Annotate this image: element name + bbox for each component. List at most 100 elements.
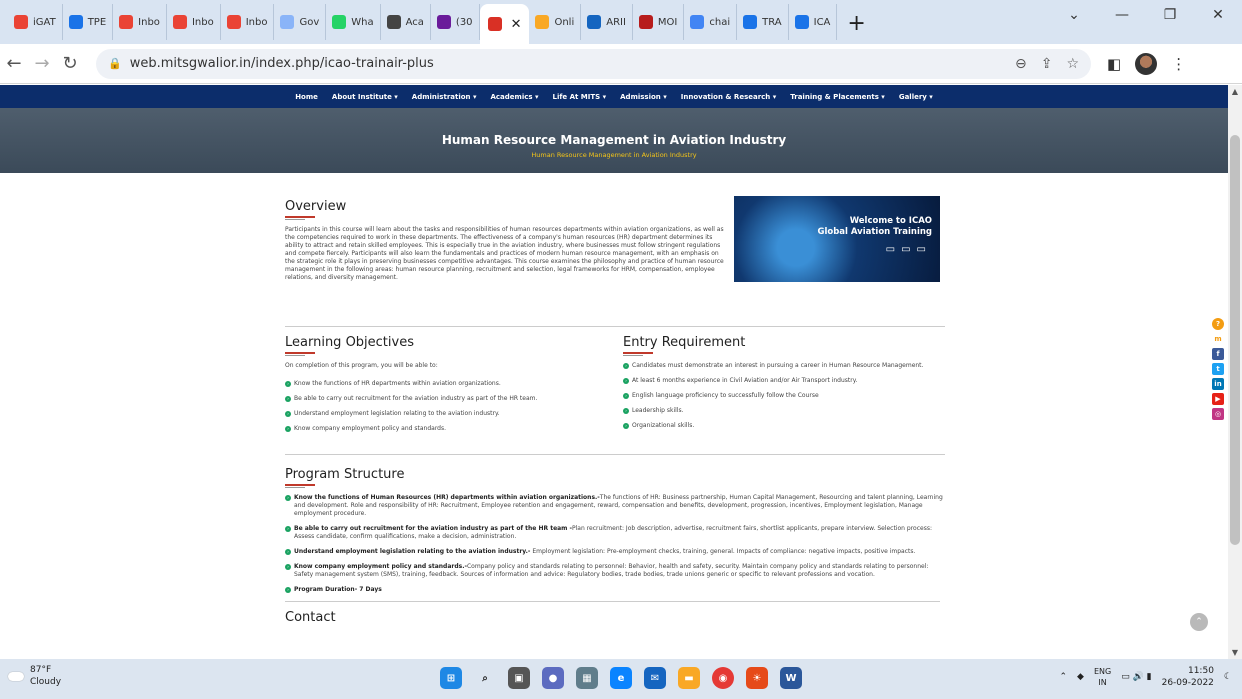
objectives-section: Learning Objectives On completion of thi… — [285, 335, 603, 454]
bullet-icon: › — [623, 408, 629, 414]
site-icon — [587, 15, 602, 29]
browser-tab-active[interactable]: ✕ — [479, 4, 530, 44]
restore-button[interactable]: ❐ — [1146, 7, 1194, 23]
browser-tab[interactable]: ICA — [789, 4, 838, 40]
scroll-down-arrow-icon[interactable]: ▼ — [1228, 648, 1242, 657]
browser-tab[interactable]: chai — [684, 4, 738, 40]
tab-label: iGAT — [33, 16, 56, 28]
site-nav-item[interactable]: Innovation & Research ▾ — [681, 93, 777, 101]
heading-underline — [623, 352, 653, 356]
bullet-icon: › — [285, 587, 291, 593]
lock-icon[interactable]: 🔒 — [108, 57, 122, 70]
share-icon[interactable]: ⇪ — [1041, 56, 1053, 72]
browser-tab[interactable]: Gov — [274, 4, 327, 40]
close-tab-icon[interactable]: ✕ — [511, 17, 522, 32]
weather-widget[interactable]: 87°F Cloudy — [8, 664, 61, 688]
site-nav-item[interactable]: Life At MITS ▾ — [553, 93, 607, 101]
browser-tab[interactable]: Inbo — [221, 4, 275, 40]
new-tab-button[interactable]: + — [837, 11, 875, 36]
site-nav-item[interactable]: Admission ▾ — [620, 93, 667, 101]
m-logo-icon[interactable]: m — [1212, 333, 1224, 345]
list-item: › At least 6 months experience in Civil A… — [623, 377, 943, 385]
browser-tab[interactable]: ARII — [581, 4, 633, 40]
menu-kebab-icon[interactable]: ⋮ — [1171, 55, 1186, 73]
file-explorer-icon[interactable]: ▬ — [678, 667, 700, 689]
site-nav-item[interactable]: Academics ▾ — [490, 93, 538, 101]
list-item: › Be able to carry out recruitment for th… — [285, 525, 945, 541]
address-bar[interactable]: 🔒 web.mitsgwalior.in/index.php/icao-trai… — [96, 48, 1091, 79]
browser-tab[interactable]: TRA — [737, 4, 789, 40]
gmail-icon — [119, 15, 134, 29]
mail-app-icon[interactable]: ✉ — [644, 667, 666, 689]
tab-search-icon[interactable]: ⌄ — [1050, 7, 1098, 23]
browser-tab[interactable]: Inbo — [113, 4, 167, 40]
list-item: › Know company employment policy and stan… — [285, 425, 603, 433]
side-panel-icon[interactable]: ◧ — [1107, 55, 1121, 73]
bookmark-star-icon[interactable]: ☆ — [1066, 56, 1079, 72]
site-nav-item[interactable]: About Institute ▾ — [332, 93, 398, 101]
close-window-button[interactable]: ✕ — [1194, 7, 1242, 23]
firefox-icon[interactable]: ☀ — [746, 667, 768, 689]
site-icon — [535, 15, 550, 29]
program-heading: Program Structure — [285, 467, 405, 482]
facebook-icon[interactable]: f — [1212, 348, 1224, 360]
browser-tab[interactable]: MOI — [633, 4, 685, 40]
chat-icon[interactable]: ● — [542, 667, 564, 689]
list-item: › English language proficiency to success… — [623, 392, 943, 400]
youtube-icon[interactable]: ▶ — [1212, 393, 1224, 405]
site-icon — [68, 15, 83, 29]
help-icon[interactable]: ? — [1212, 318, 1224, 330]
notification-icon[interactable]: ☾ — [1224, 672, 1232, 682]
bullet-icon: › — [285, 495, 291, 501]
language-indicator[interactable]: ENG IN — [1094, 666, 1111, 688]
bullet-icon: › — [623, 378, 629, 384]
site-nav-item[interactable]: Gallery ▾ — [899, 93, 933, 101]
twitter-icon[interactable]: t — [1212, 363, 1224, 375]
tab-label: Onli — [554, 16, 575, 28]
browser-tab[interactable]: iGAT — [8, 4, 63, 40]
linkedin-icon[interactable]: in — [1212, 378, 1224, 390]
back-to-top-button[interactable]: ⌃ — [1190, 613, 1208, 631]
browser-tab[interactable]: (30 — [431, 4, 480, 40]
tab-label: TPE — [87, 16, 107, 28]
scroll-up-arrow-icon[interactable]: ▲ — [1228, 87, 1242, 96]
browser-tab[interactable]: Inbo — [167, 4, 221, 40]
windows-start-icon[interactable]: ⊞ — [440, 667, 462, 689]
instagram-icon[interactable]: ◎ — [1212, 408, 1224, 420]
breadcrumb[interactable]: Human Resource Management in Aviation In… — [0, 151, 1228, 159]
heading-underline — [285, 484, 315, 488]
network-volume-battery-icon[interactable]: ▭ 🔊 ▮ — [1121, 672, 1151, 682]
tray-chevron-icon[interactable]: ⌃ — [1060, 672, 1068, 682]
scrollbar-thumb[interactable] — [1230, 135, 1240, 545]
zoom-icon[interactable]: ⊖ — [1015, 56, 1027, 72]
task-view-icon[interactable]: ▣ — [508, 667, 530, 689]
profile-avatar[interactable] — [1135, 52, 1158, 75]
forward-button[interactable]: → — [28, 53, 56, 74]
back-button[interactable]: ← — [0, 53, 28, 74]
word-icon[interactable]: W — [780, 667, 802, 689]
browser-tab[interactable]: Wha — [326, 4, 381, 40]
bullet-icon: › — [623, 393, 629, 399]
site-nav-item[interactable]: Home — [295, 93, 318, 101]
edge-icon[interactable]: e — [610, 667, 632, 689]
screen: iGAT TPE Inbo Inbo Inbo Gov Wha Aca (30 ✕ Onli ARII… — [0, 0, 1242, 699]
site-nav-item[interactable]: Training & Placements ▾ — [790, 93, 885, 101]
page-scrollbar[interactable]: ▲ ▼ — [1228, 85, 1242, 659]
search-icon[interactable]: ⌕ — [474, 667, 496, 689]
program-list: › Know the functions of Human Resources (… — [285, 494, 945, 579]
objectives-intro: On completion of this program, you will … — [285, 362, 438, 369]
list-item: › Understand employment legislation relat… — [285, 410, 603, 418]
tray-apps-icon[interactable]: ◆ — [1077, 672, 1084, 682]
main-content: Overview Participants in this course wil… — [285, 173, 945, 625]
browser-tab[interactable]: TPE — [63, 4, 114, 40]
minimize-button[interactable]: — — [1098, 7, 1146, 23]
browser-tab[interactable]: Onli — [529, 4, 582, 40]
browser-tab[interactable]: Aca — [381, 4, 431, 40]
whatsapp-icon — [332, 15, 347, 29]
store-icon[interactable]: ▦ — [576, 667, 598, 689]
clock[interactable]: 11:50 26-09-2022 — [1162, 665, 1214, 689]
reload-button[interactable]: ↻ — [56, 53, 84, 74]
mail-icon — [436, 15, 451, 29]
site-nav-item[interactable]: Administration ▾ — [412, 93, 477, 101]
chrome-icon[interactable]: ◉ — [712, 667, 734, 689]
